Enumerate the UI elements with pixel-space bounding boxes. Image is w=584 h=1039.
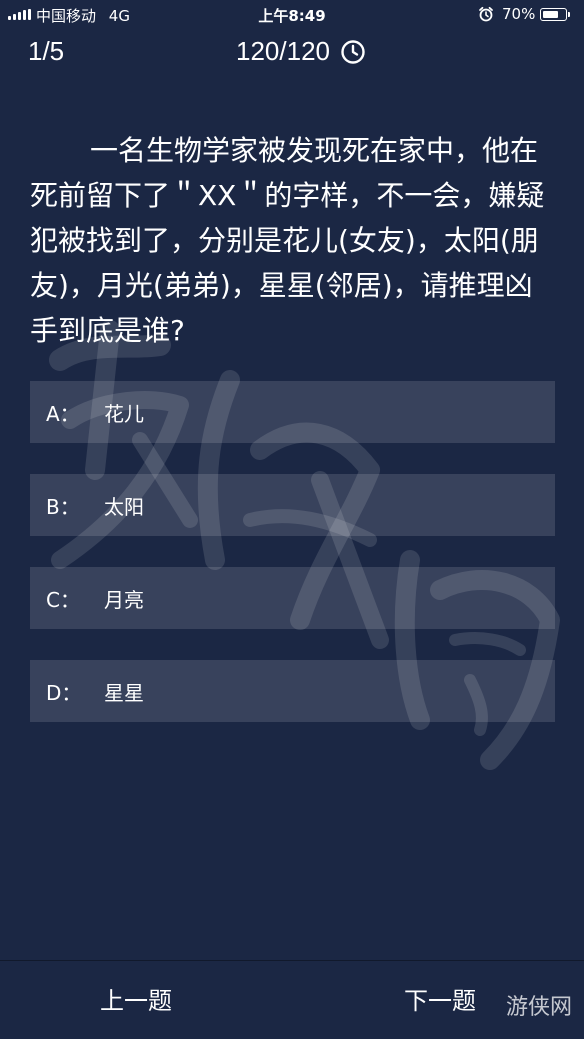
battery-icon <box>540 8 567 21</box>
clock-icon <box>341 39 365 64</box>
timer-text: 120/120 <box>236 36 330 66</box>
option-letter: D： <box>46 680 82 705</box>
option-b[interactable]: B： 太阳 <box>30 474 555 536</box>
option-a[interactable]: A： 花儿 <box>30 381 555 443</box>
battery-level <box>543 11 558 18</box>
option-label: 月亮 <box>104 587 144 612</box>
option-label: 星星 <box>104 680 144 705</box>
question-progress: 1/5 <box>28 36 65 66</box>
question-text: 一名生物学家被发现死在家中，他在死前留下了＂XX＂的字样，不一会，嫌疑犯被找到了… <box>30 134 545 347</box>
option-c[interactable]: C： 月亮 <box>30 567 555 629</box>
countdown-timer: 120/120 <box>236 36 366 67</box>
next-question-button[interactable]: 下一题 <box>404 981 476 1016</box>
status-bar: 中国移动 4G 上午8:49 70% <box>0 0 584 30</box>
corner-watermark-logo: 游侠网 <box>506 995 573 1020</box>
option-letter: C： <box>46 587 80 612</box>
battery-tip <box>568 12 570 17</box>
option-label: 花儿 <box>104 401 144 426</box>
status-time: 上午8:49 <box>258 7 326 25</box>
bottom-navigation: 上一题 下一题 游侠网 <box>0 960 584 1039</box>
battery-percentage: 70% <box>502 5 536 23</box>
alarm-icon <box>479 6 493 22</box>
option-d[interactable]: D： 星星 <box>30 660 555 722</box>
option-label: 太阳 <box>104 494 144 519</box>
previous-question-button[interactable]: 上一题 <box>100 981 172 1016</box>
option-letter: A： <box>46 401 80 426</box>
option-letter: B： <box>46 494 80 519</box>
